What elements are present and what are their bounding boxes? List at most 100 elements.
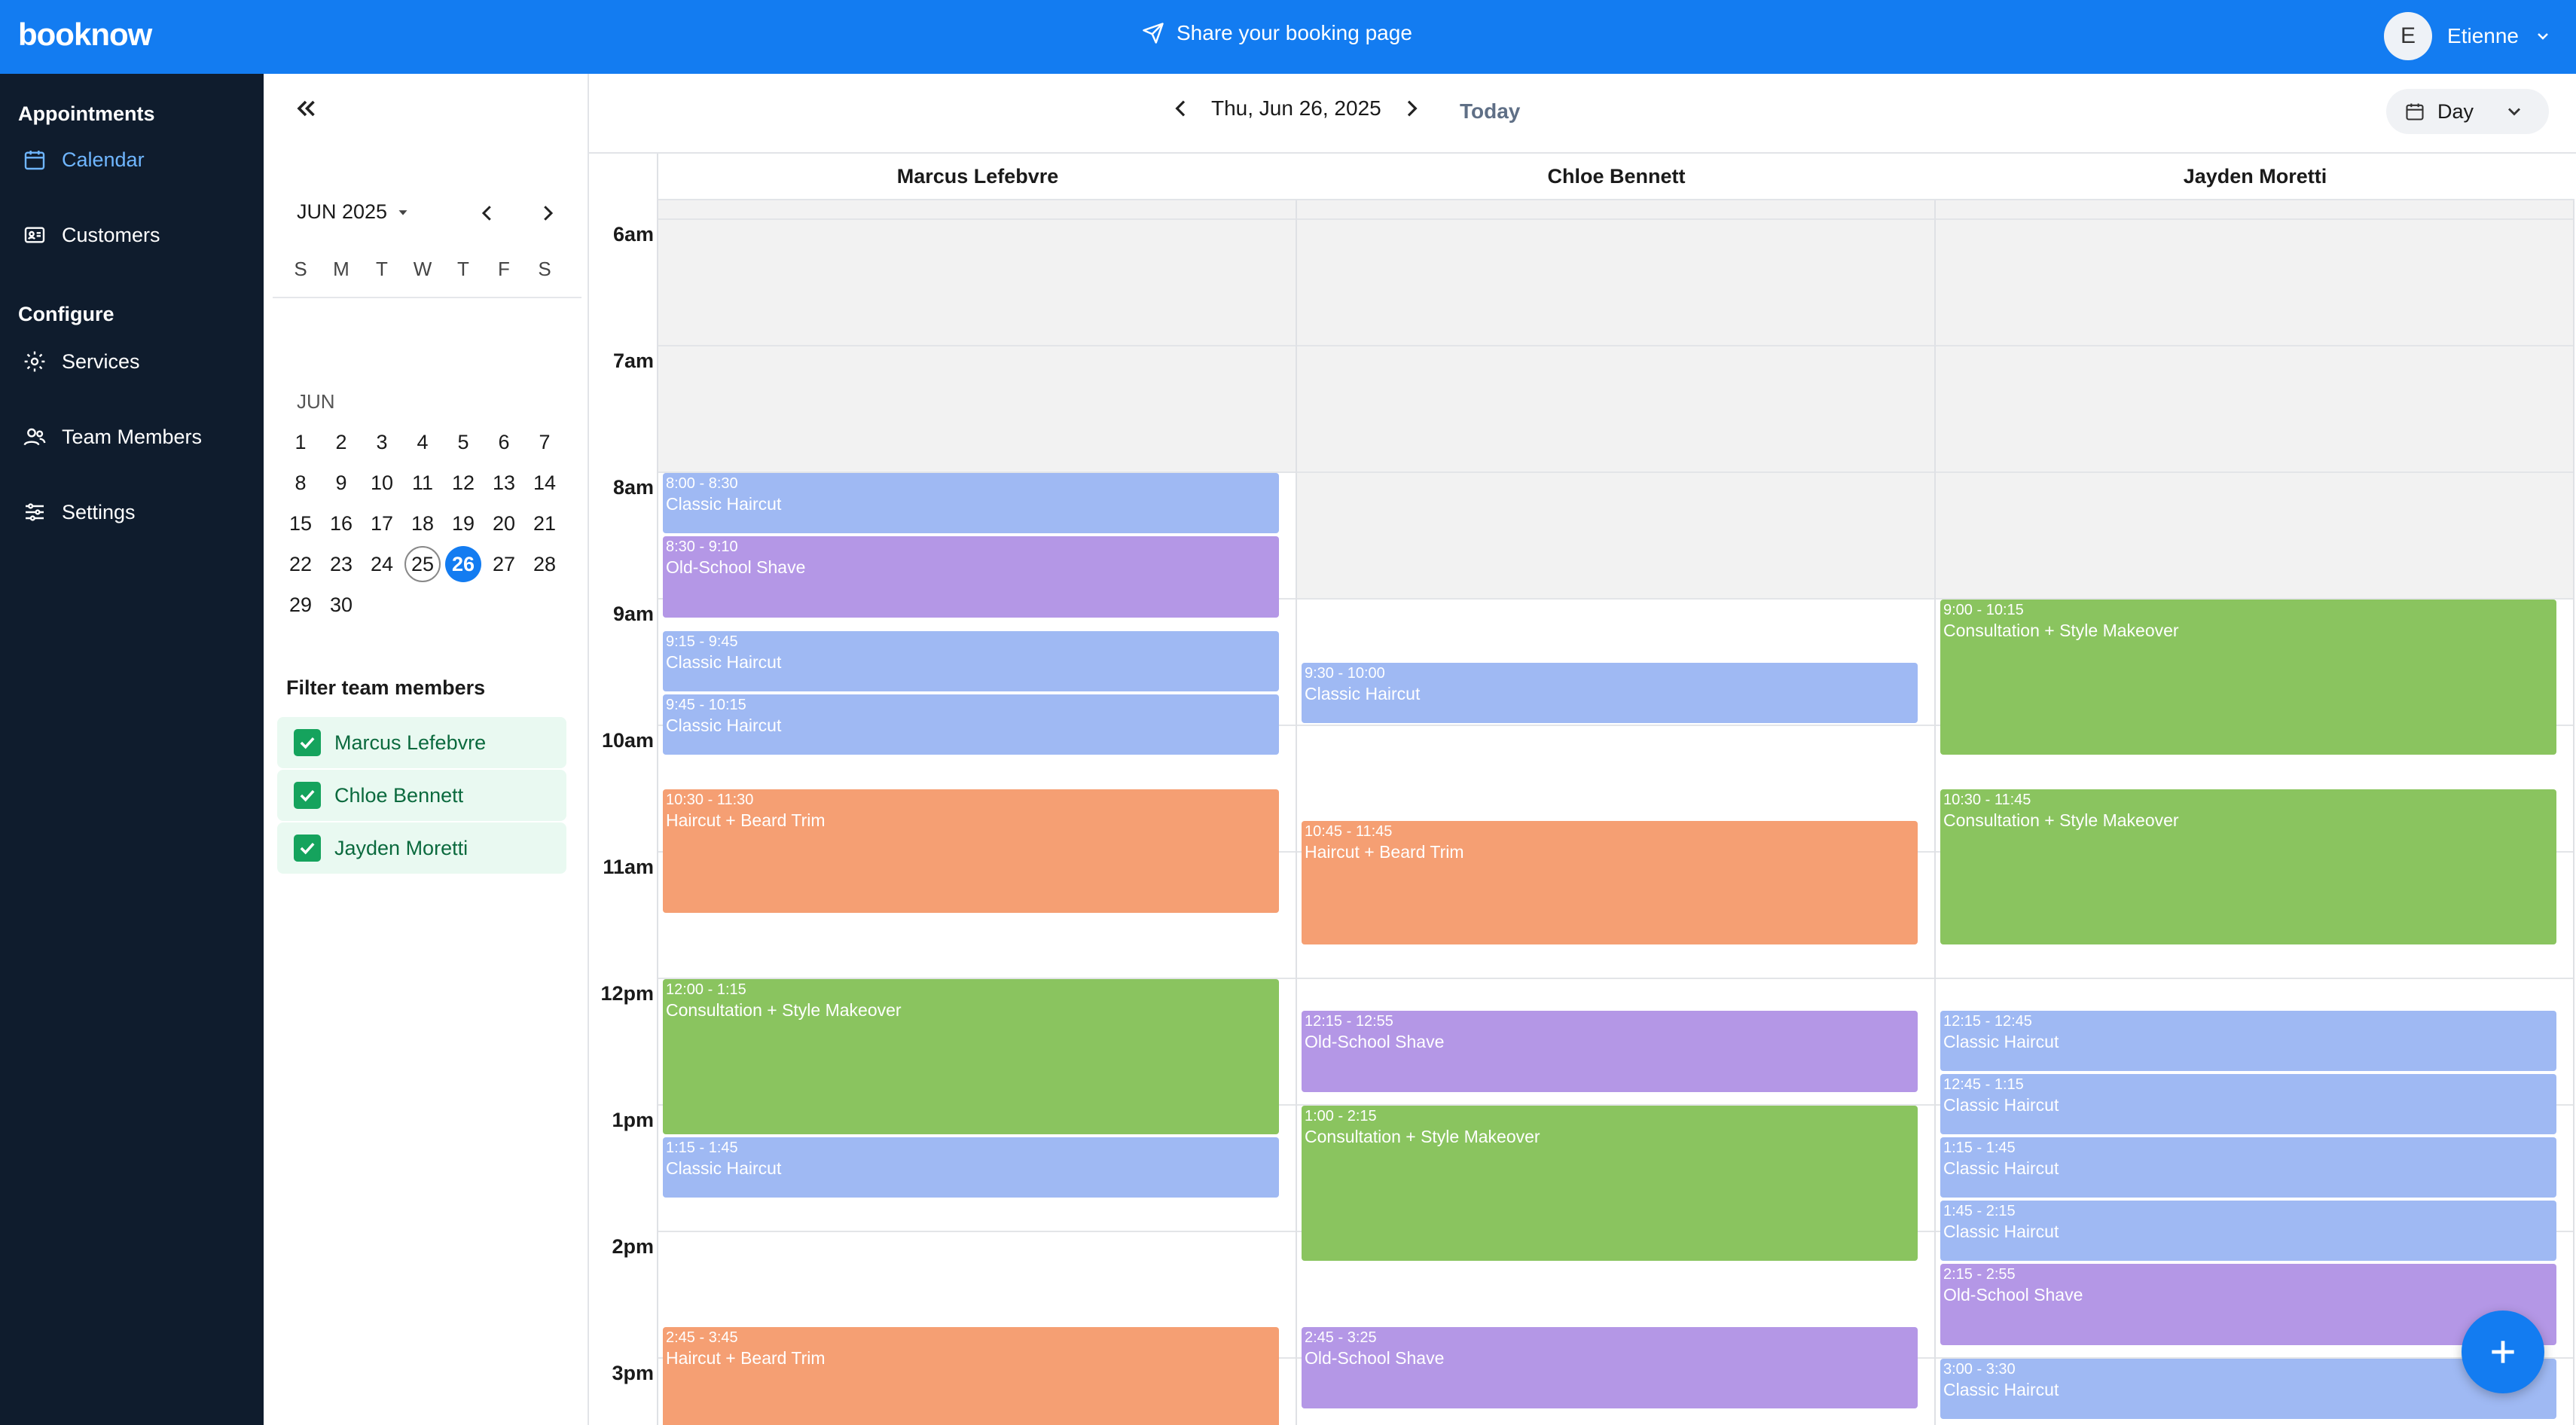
mini-calendar-day[interactable]: 17: [362, 503, 402, 544]
filter-member-1[interactable]: Chloe Bennett: [277, 770, 566, 821]
appointment-block[interactable]: 9:30 - 10:00 Classic Haircut: [1302, 663, 1918, 723]
mini-calendar-day[interactable]: 25: [402, 544, 443, 584]
appointment-time: 12:15 - 12:45: [1943, 1013, 2032, 1030]
appointment-service: Classic Haircut: [1943, 1158, 2059, 1178]
mini-calendar-day[interactable]: 10: [362, 462, 402, 503]
mini-calendar-day[interactable]: 27: [484, 544, 524, 584]
view-select[interactable]: Day: [2386, 89, 2549, 134]
prev-day-button[interactable]: [1169, 96, 1193, 121]
mini-calendar-day[interactable]: 21: [524, 503, 565, 544]
mini-calendar-day[interactable]: 15: [280, 503, 321, 544]
mini-calendar-day[interactable]: 6: [484, 422, 524, 462]
appointment-block[interactable]: 2:15 - 2:55 Old-School Shave: [1940, 1264, 2556, 1345]
member-checkbox[interactable]: [294, 729, 321, 756]
day-number: 4: [417, 430, 429, 453]
hour-label: 1pm: [612, 1109, 654, 1131]
filter-member-0[interactable]: Marcus Lefebvre: [277, 717, 566, 768]
add-appointment-button[interactable]: [2462, 1311, 2544, 1393]
member-checkbox[interactable]: [294, 782, 321, 809]
mini-calendar-day[interactable]: 7: [524, 422, 565, 462]
mini-calendar-day[interactable]: 29: [280, 584, 321, 625]
appointment-block[interactable]: 1:45 - 2:15 Classic Haircut: [1940, 1201, 2556, 1261]
mini-calendar-day[interactable]: 19: [443, 503, 484, 544]
mini-calendar-day[interactable]: 8: [280, 462, 321, 503]
send-icon: [1143, 23, 1164, 44]
appointment-service: Classic Haircut: [666, 1158, 782, 1178]
mini-calendar-day[interactable]: 20: [484, 503, 524, 544]
mini-calendar-days: 1 2 3 4 5 6 7 8 9 10 11 12 13 14 15 16 17 18 19 20 21 22 23 24 2…: [280, 422, 566, 625]
mini-calendar-day[interactable]: 12: [443, 462, 484, 503]
mini-calendar-day[interactable]: 9: [321, 462, 362, 503]
mini-calendar-day[interactable]: 13: [484, 462, 524, 503]
appointment-block[interactable]: 1:15 - 1:45 Classic Haircut: [1940, 1137, 2556, 1198]
mini-calendar-day[interactable]: 3: [362, 422, 402, 462]
mini-calendar-day[interactable]: 28: [524, 544, 565, 584]
today-button[interactable]: Today: [1460, 99, 1520, 124]
mini-calendar-month-select[interactable]: JUN 2025: [297, 200, 411, 224]
day-number: 5: [457, 430, 469, 453]
mini-calendar-day[interactable]: 16: [321, 503, 362, 544]
mini-calendar-day[interactable]: 11: [402, 462, 443, 503]
mini-calendar-day[interactable]: 14: [524, 462, 565, 503]
mini-calendar-day[interactable]: 4: [402, 422, 443, 462]
hour-gridline: [1297, 218, 1934, 220]
appointment-time: 12:00 - 1:15: [666, 981, 746, 998]
sidebar-item-customers[interactable]: Customers: [23, 223, 160, 247]
mini-calendar-month-label: JUN 2025: [297, 200, 388, 223]
appointment-block[interactable]: 12:15 - 12:55 Old-School Shave: [1302, 1011, 1918, 1092]
appointment-block[interactable]: 12:15 - 12:45 Classic Haircut: [1940, 1011, 2556, 1071]
team-member-column: 9:30 - 10:00 Classic Haircut 10:45 - 11:45…: [1297, 200, 1936, 1425]
appointment-block[interactable]: 2:45 - 3:25 Old-School Shave: [1302, 1327, 1918, 1408]
day-number: 24: [370, 552, 394, 575]
sidebar-item-services[interactable]: Services: [23, 349, 140, 374]
day-number: 13: [492, 471, 516, 494]
appointment-block[interactable]: 1:00 - 2:15 Consultation + Style Makeover: [1302, 1106, 1918, 1261]
member-name: Chloe Bennett: [334, 783, 464, 807]
sidebar-item-team-members[interactable]: Team Members: [23, 425, 202, 449]
hour-gridline: [658, 345, 1296, 346]
appointment-service: Classic Haircut: [1943, 1380, 2059, 1399]
mini-calendar-day[interactable]: 18: [402, 503, 443, 544]
mini-calendar-day[interactable]: 30: [321, 584, 362, 625]
day-number: 22: [288, 552, 313, 575]
appointment-block[interactable]: 8:00 - 8:30 Classic Haircut: [663, 473, 1279, 533]
mini-calendar-day[interactable]: 1: [280, 422, 321, 462]
member-checkbox[interactable]: [294, 835, 321, 862]
collapse-panel-icon[interactable]: [292, 95, 319, 122]
hour-gridline: [658, 218, 1296, 220]
mini-calendar-day[interactable]: 22: [280, 544, 321, 584]
appointment-block[interactable]: 12:00 - 1:15 Consultation + Style Makeove…: [663, 979, 1279, 1134]
appointment-block[interactable]: 9:00 - 10:15 Consultation + Style Makeove…: [1940, 600, 2556, 755]
appointment-block[interactable]: 2:45 - 3:45 Haircut + Beard Trim: [663, 1327, 1279, 1425]
appointment-block[interactable]: 10:30 - 11:30 Haircut + Beard Trim: [663, 789, 1279, 913]
share-booking-link[interactable]: Share your booking page: [1142, 21, 1412, 45]
appointment-block[interactable]: 10:45 - 11:45 Haircut + Beard Trim: [1302, 821, 1918, 944]
day-number: 11: [411, 471, 434, 494]
appointment-block[interactable]: 1:15 - 1:45 Classic Haircut: [663, 1137, 1279, 1198]
sidebar-item-settings[interactable]: Settings: [23, 500, 136, 524]
sidebar-item-calendar[interactable]: Calendar: [23, 148, 145, 172]
hour-gridline: [1936, 218, 2573, 220]
next-day-button[interactable]: [1399, 96, 1424, 121]
mini-calendar-next-month[interactable]: [536, 202, 559, 224]
sidebar: Appointments Calendar Customers Configur…: [0, 74, 264, 1425]
mini-calendar-day[interactable]: 24: [362, 544, 402, 584]
hour-label: 7am: [612, 349, 654, 372]
column-header: Marcus Lefebvre: [658, 154, 1297, 200]
filter-member-2[interactable]: Jayden Moretti: [277, 822, 566, 874]
mini-calendar-prev-month[interactable]: [476, 202, 499, 224]
mini-calendar-day[interactable]: 5: [443, 422, 484, 462]
appointment-block[interactable]: 10:30 - 11:45 Consultation + Style Makeov…: [1940, 789, 2556, 944]
mini-calendar-day[interactable]: 23: [321, 544, 362, 584]
date-toolbar: Thu, Jun 26, 2025 Today Day: [589, 74, 2576, 152]
appointment-block[interactable]: 9:15 - 9:45 Classic Haircut: [663, 631, 1279, 691]
app-logo[interactable]: booknow: [18, 17, 152, 53]
appointment-block[interactable]: 9:45 - 10:15 Classic Haircut: [663, 694, 1279, 755]
appointment-block[interactable]: 12:45 - 1:15 Classic Haircut: [1940, 1074, 2556, 1134]
check-icon: [300, 842, 315, 855]
day-number: 29: [288, 593, 313, 616]
mini-calendar-day[interactable]: 2: [321, 422, 362, 462]
user-menu[interactable]: E Etienne: [2384, 12, 2552, 60]
mini-calendar-day[interactable]: 26: [443, 544, 484, 584]
appointment-block[interactable]: 8:30 - 9:10 Old-School Shave: [663, 536, 1279, 618]
